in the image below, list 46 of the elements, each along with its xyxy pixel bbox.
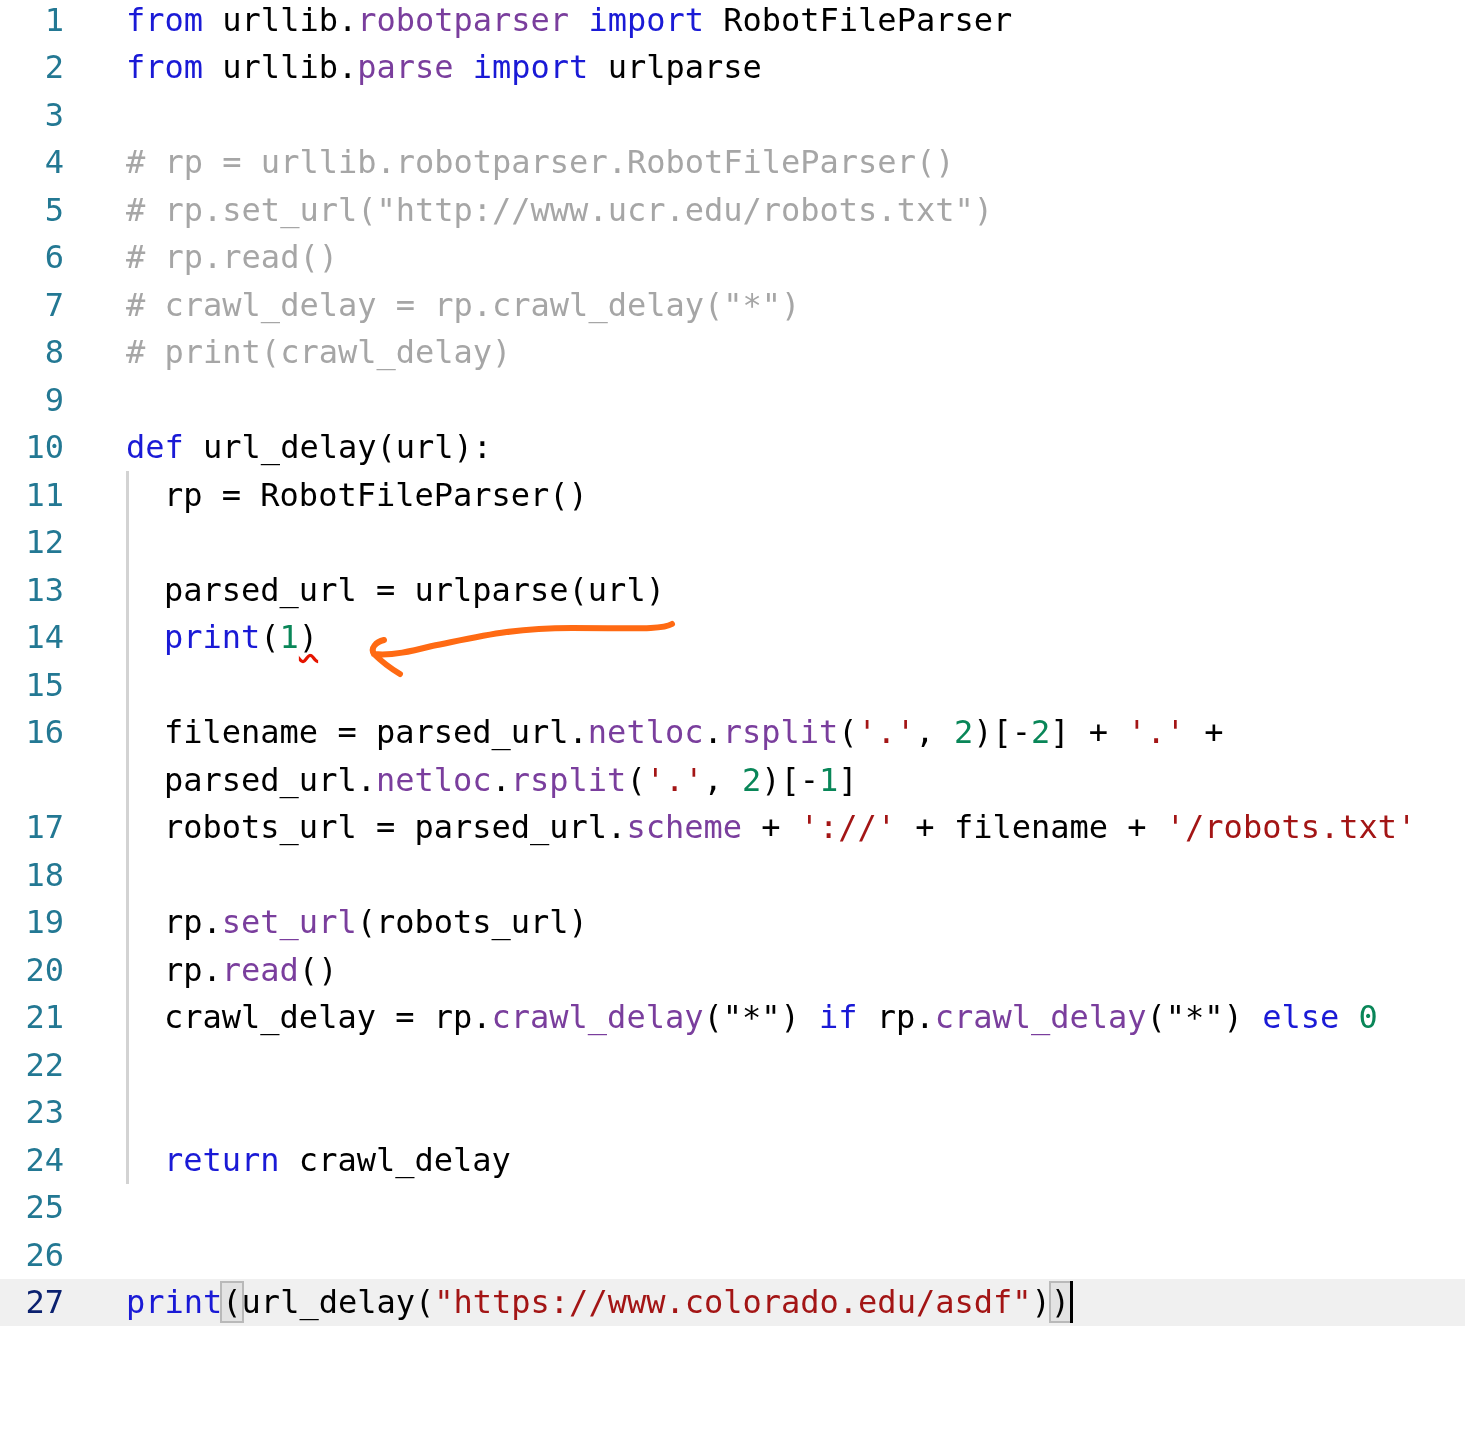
code-line: rp.read() [164,950,338,989]
line-number: 4 [43,143,64,182]
line-number: 18 [24,855,64,894]
line-number: 2 [43,48,64,87]
line-number: 21 [24,998,64,1037]
code-line: rp = RobotFileParser() [164,475,588,514]
code-line: filename = parsed_url.netloc.rsplit('.', 2)[-2] + '.' + [164,713,1224,752]
line-number: 7 [43,285,64,324]
line-number: 10 [24,428,64,467]
line-number: 26 [24,1235,64,1274]
line-number: 5 [43,190,64,229]
code-line: print(1) [164,618,319,657]
code-line: return crawl_delay [164,1140,511,1179]
line-number: 25 [24,1188,64,1227]
line-number: 23 [24,1093,64,1132]
line-number: 17 [24,808,64,847]
code-line: parsed_url.netloc.rsplit('.', 2)[-1] [164,760,858,799]
line-number: 22 [24,1045,64,1084]
line-number: 9 [43,380,64,419]
line-number: 24 [24,1140,64,1179]
code-line: from urllib.parse import urlparse [126,48,762,87]
line-number: 11 [24,475,64,514]
code-line: # crawl_delay = rp.crawl_delay("*") [126,285,801,324]
line-number: 1 [43,0,64,39]
code-line: parsed_url = urlparse(url) [164,570,665,609]
line-number: 19 [24,903,64,942]
code-line: from urllib.robotparser import RobotFileParser [126,0,1013,39]
line-number: 14 [24,618,64,657]
line-number: 8 [43,333,64,372]
line-number: 20 [24,950,64,989]
code-line: # print(crawl_delay) [126,333,512,372]
code-line: rp.set_url(robots_url) [164,903,588,942]
code-line: robots_url = parsed_url.scheme + '://' + filename + '/robots.txt' [164,808,1417,847]
line-number: 12 [24,523,64,562]
line-number: 3 [43,95,64,134]
line-number: 15 [24,665,64,704]
code-line: crawl_delay = rp.crawl_delay("*") if rp.crawl_delay("*") else 0 [164,998,1378,1037]
line-number: 6 [43,238,64,277]
code-line: print(url_delay("https://www.colorado.edu/asdf")) [126,1283,1070,1322]
line-number: 27 [24,1283,64,1322]
line-number: 13 [24,570,64,609]
code-line: # rp.read() [126,238,338,277]
code-line: def url_delay(url): [126,428,493,467]
code-line: # rp = urllib.robotparser.RobotFileParser() [126,143,955,182]
code-line: # rp.set_url("http://www.ucr.edu/robots.txt") [126,190,993,229]
line-number: 16 [24,713,64,752]
